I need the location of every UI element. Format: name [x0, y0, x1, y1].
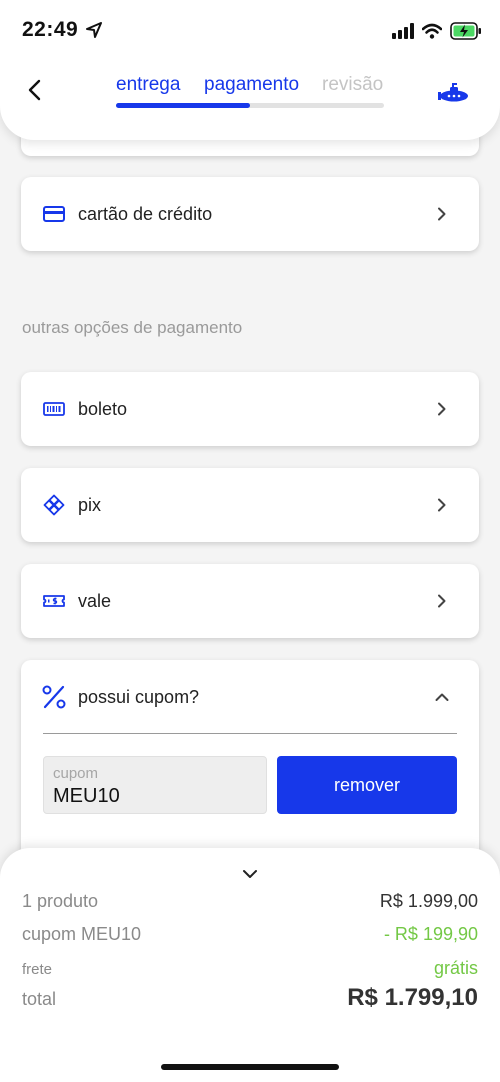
coupon-input-label: cupom	[53, 765, 99, 782]
checkout-steps: entrega pagamento revisão	[116, 74, 384, 110]
submarine-logo-icon	[438, 83, 468, 102]
chevron-right-icon	[438, 402, 446, 416]
home-indicator	[161, 1064, 339, 1070]
remove-coupon-button[interactable]: remover	[277, 756, 457, 814]
status-indicators	[392, 22, 482, 40]
coupon-input-value: MEU10	[53, 785, 120, 807]
order-summary: 1 produto R$ 1.999,00 cupom MEU10 - R$ 1…	[0, 848, 500, 1082]
checkout-nav: entrega pagamento revisão	[0, 70, 500, 114]
coupon-divider	[43, 733, 457, 734]
battery-charging-icon	[450, 22, 481, 40]
pix-icon	[43, 494, 65, 516]
payment-option-label: boleto	[78, 398, 128, 419]
chevron-right-icon	[438, 498, 446, 512]
percent-icon	[42, 685, 66, 709]
shipping-label: frete	[22, 961, 53, 978]
step-pagamento[interactable]: pagamento	[204, 74, 299, 96]
credit-card-icon	[43, 206, 65, 222]
step-revisao: revisão	[322, 74, 384, 95]
coupon-discount-value: - R$ 199,90	[383, 924, 478, 944]
wifi-icon	[422, 23, 442, 39]
payment-option-label: vale	[78, 590, 112, 611]
step-entrega[interactable]: entrega	[116, 74, 180, 96]
checkout-progress-track	[116, 103, 384, 108]
status-time: 22:49	[22, 18, 79, 41]
payment-option-boleto[interactable]: boleto	[21, 372, 479, 446]
chevron-right-icon	[438, 594, 446, 608]
coupon-summary-label: cupom MEU10	[22, 924, 142, 944]
barcode-icon	[43, 402, 65, 416]
items-label: 1 produto	[22, 891, 99, 911]
chevron-right-icon	[438, 207, 446, 221]
voucher-icon	[43, 595, 65, 607]
shipping-value: grátis	[433, 958, 478, 978]
coupon-title: possui cupom?	[78, 687, 200, 707]
payment-option-label: pix	[78, 494, 102, 515]
status-bar: 22:49	[0, 0, 500, 60]
checkout-payment-screen: 22:49 entrega pagamento revisão cartão d…	[0, 0, 500, 1082]
back-button[interactable]	[20, 76, 48, 104]
total-value: R$ 1.799,10	[347, 984, 478, 1011]
other-options-title: outras opções de pagamento	[22, 318, 243, 337]
chevron-down-icon[interactable]	[241, 868, 259, 880]
checkout-progress-fill	[116, 103, 250, 108]
chevron-left-icon	[28, 79, 41, 101]
header: 22:49 entrega pagamento revisão	[0, 0, 500, 140]
payment-option-pix[interactable]: pix	[21, 468, 479, 542]
items-value: R$ 1.999,00	[379, 891, 478, 911]
payment-option-label: cartão de crédito	[78, 203, 213, 224]
cellular-signal-icon	[392, 23, 414, 39]
coupon-input[interactable]: cupom MEU10	[43, 756, 267, 814]
payment-option-vale[interactable]: vale	[21, 564, 479, 638]
chevron-up-icon[interactable]	[435, 690, 449, 704]
payment-option-credit-card[interactable]: cartão de crédito	[21, 177, 479, 251]
total-label: total	[22, 989, 57, 1009]
location-arrow-icon	[86, 22, 102, 38]
